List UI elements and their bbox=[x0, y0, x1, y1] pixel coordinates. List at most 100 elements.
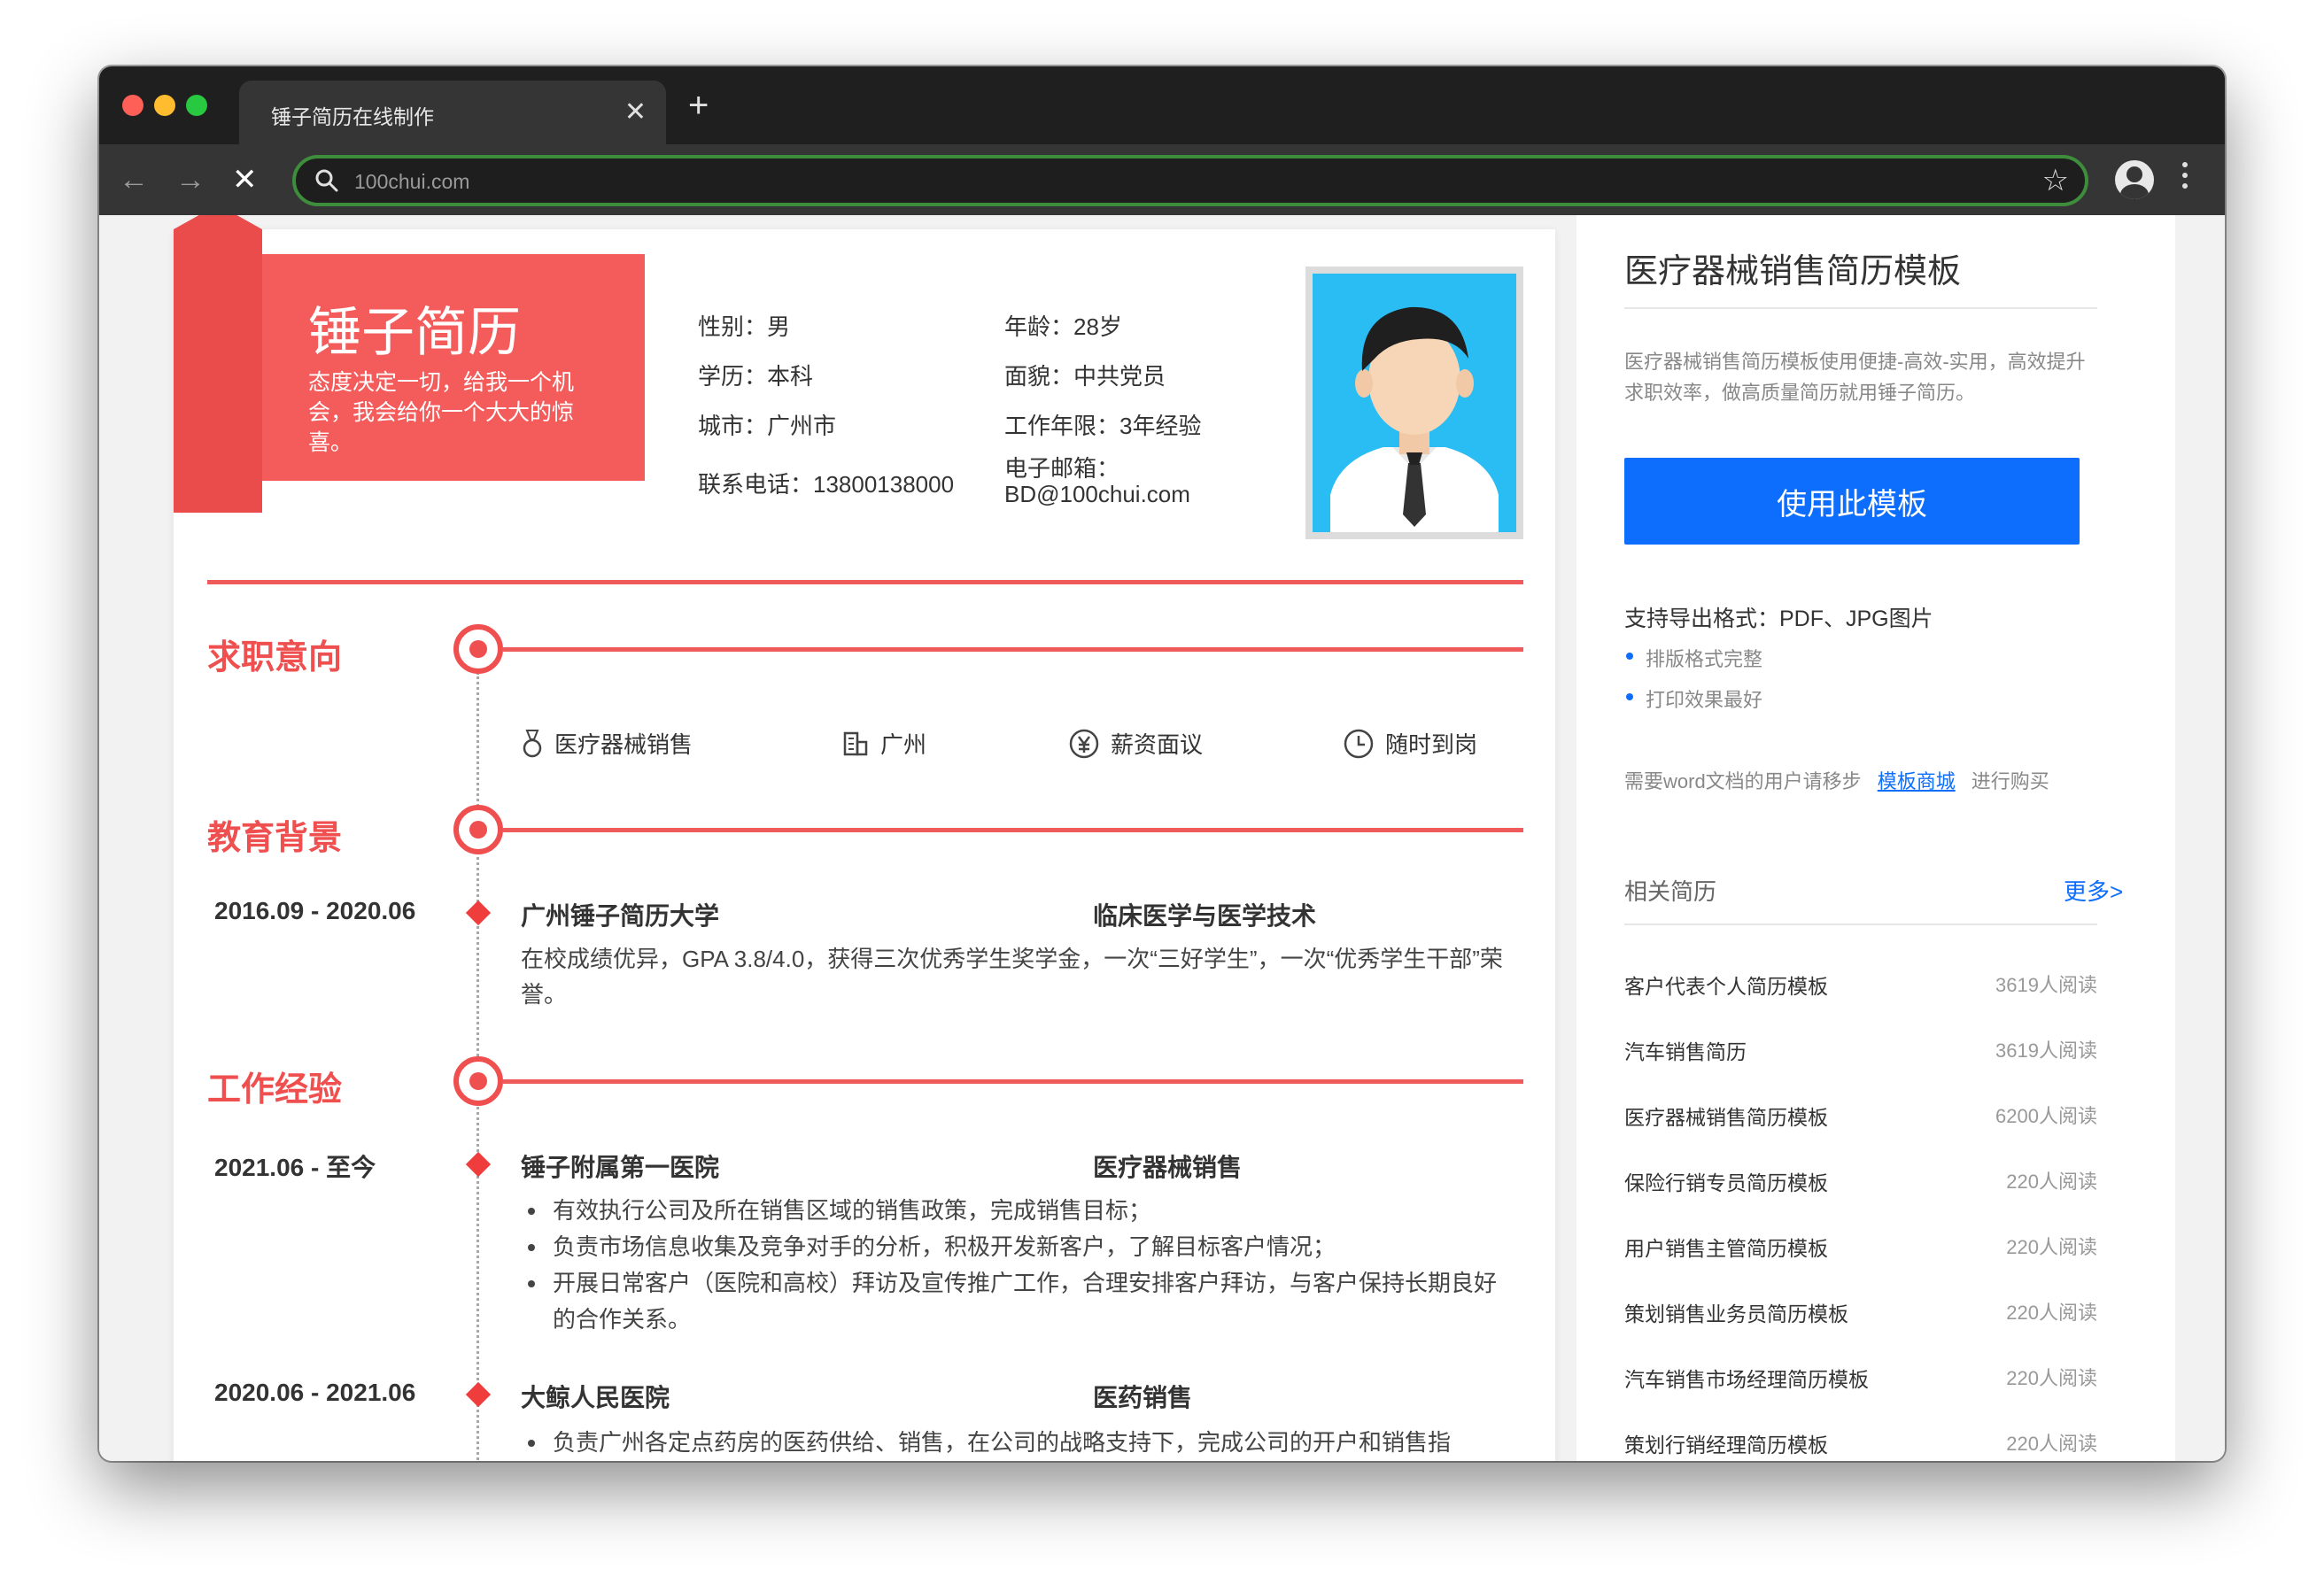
resume-preview: 锤子简历 态度决定一切，给我一个机会，我会给你一个大大的惊喜。 性别：男 年龄：… bbox=[174, 215, 1555, 1461]
info-email-label: 电子邮箱： bbox=[1004, 455, 1120, 482]
related-item-count: 220人阅读 bbox=[2006, 1171, 2097, 1193]
tab-strip: 锤子简历在线制作 ✕ + bbox=[99, 66, 2225, 144]
new-tab-button[interactable]: + bbox=[688, 86, 709, 125]
close-window-button[interactable] bbox=[122, 95, 143, 116]
related-item[interactable]: 保险行销专员简历模板 220人阅读 bbox=[1624, 1166, 2097, 1202]
work-date: 2020.06 - 2021.06 bbox=[214, 1379, 416, 1406]
related-item-name: 汽车销售市场经理简历模板 bbox=[1624, 1368, 1869, 1391]
resume-name: 锤子简历 bbox=[308, 303, 521, 362]
section-title-education: 教育背景 bbox=[207, 820, 343, 857]
browser-menu-icon[interactable] bbox=[2181, 162, 2189, 194]
tab-active[interactable]: 锤子简历在线制作 ✕ bbox=[239, 81, 666, 144]
related-item-count: 220人阅读 bbox=[2006, 1236, 2097, 1258]
related-item-name: 策划销售业务员简历模板 bbox=[1624, 1302, 1848, 1325]
feature-item: 打印效果最好 bbox=[1624, 684, 1762, 713]
minimize-window-button[interactable] bbox=[154, 95, 175, 116]
section-divider bbox=[503, 1079, 1523, 1084]
education-major: 临床医学与医学技术 bbox=[1093, 902, 1317, 930]
section-divider bbox=[503, 828, 1523, 832]
work-org: 大鲸人民医院 bbox=[521, 1384, 670, 1411]
page-viewport: 锤子简历 态度决定一切，给我一个机会，我会给你一个大大的惊喜。 性别：男 年龄：… bbox=[99, 215, 2225, 1461]
section-divider bbox=[503, 647, 1523, 652]
profile-photo bbox=[1305, 267, 1523, 539]
info-city: 城市：广州市 bbox=[698, 413, 837, 439]
avatar-illustration bbox=[1330, 306, 1499, 532]
browser-window: 锤子简历在线制作 ✕ + ← → ✕ 100chui.com ☆ 锤子简历 态度… bbox=[99, 66, 2225, 1461]
info-phone: 联系电话：13800138000 bbox=[698, 471, 955, 498]
clock-icon bbox=[1344, 729, 1374, 758]
info-education: 学历：本科 bbox=[698, 363, 814, 390]
section-marker-icon bbox=[453, 805, 503, 854]
intent-salary: 薪资面议 bbox=[1068, 727, 1203, 760]
related-item-count: 220人阅读 bbox=[2006, 1302, 2097, 1324]
related-item[interactable]: 客户代表个人简历模板 3619人阅读 bbox=[1624, 970, 2097, 1005]
related-item[interactable]: 汽车销售简历 3619人阅读 bbox=[1624, 1035, 2097, 1070]
intent-availability: 随时到岗 bbox=[1343, 727, 1477, 760]
feature-item: 排版格式完整 bbox=[1624, 644, 1762, 672]
work-bullets: 有效执行公司及所在销售区域的销售政策，完成销售目标； 负责市场信息收集及竞争对手… bbox=[521, 1193, 1513, 1338]
related-more-link[interactable]: 更多> bbox=[2064, 874, 2123, 907]
related-item-name: 医疗器械销售简历模板 bbox=[1624, 1106, 1828, 1129]
timeline-diamond-icon bbox=[465, 900, 492, 926]
address-bar[interactable]: 100chui.com ☆ bbox=[292, 155, 2088, 206]
intent-city: 广州 bbox=[841, 727, 926, 760]
banner-fold bbox=[174, 215, 262, 513]
stop-loading-button[interactable]: ✕ bbox=[232, 160, 258, 199]
sidebar-title: 医疗器械销售简历模板 bbox=[1624, 253, 1962, 290]
related-item-name: 保险行销专员简历模板 bbox=[1624, 1171, 1828, 1194]
related-item[interactable]: 医疗器械销售简历模板 6200人阅读 bbox=[1624, 1101, 2097, 1136]
work-bullet: 负责广州各定点药房的医药供给、销售，在公司的战略支持下，完成公司的开户和销售指 bbox=[521, 1425, 1513, 1461]
maximize-window-button[interactable] bbox=[186, 95, 207, 116]
related-item-count: 220人阅读 bbox=[2006, 1433, 2097, 1455]
related-item[interactable]: 策划行销经理简历模板 220人阅读 bbox=[1624, 1428, 2097, 1461]
template-store-link[interactable]: 模板商城 bbox=[1878, 770, 1956, 792]
tab-close-icon[interactable]: ✕ bbox=[624, 95, 647, 130]
back-button[interactable]: ← bbox=[119, 160, 149, 199]
section-marker-icon bbox=[453, 624, 503, 674]
work-date: 2021.06 - 至今 bbox=[214, 1154, 376, 1181]
bookmark-star-icon[interactable]: ☆ bbox=[2042, 164, 2069, 197]
info-gender: 性别：男 bbox=[698, 313, 791, 340]
related-item[interactable]: 用户销售主管简历模板 220人阅读 bbox=[1624, 1232, 2097, 1267]
related-item-count: 3619人阅读 bbox=[1995, 1039, 2097, 1062]
related-item-count: 3619人阅读 bbox=[1995, 974, 2097, 996]
work-bullet: 负责市场信息收集及竞争对手的分析，积极开发新客户，了解目标客户情况； bbox=[521, 1229, 1513, 1265]
sidebar-divider bbox=[1624, 307, 2097, 309]
yen-icon bbox=[1069, 729, 1099, 758]
work-bullet: 有效执行公司及所在销售区域的销售政策，完成销售目标； bbox=[521, 1193, 1513, 1229]
timeline-diamond-icon bbox=[465, 1381, 492, 1408]
search-icon bbox=[315, 169, 338, 192]
browser-toolbar: ← → ✕ 100chui.com ☆ bbox=[99, 144, 2225, 215]
education-description: 在校成绩优异，GPA 3.8/4.0，获得三次优秀学生奖学金，一次“三好学生”，… bbox=[521, 946, 1503, 1008]
work-role: 医疗器械销售 bbox=[1093, 1154, 1243, 1181]
education-date: 2016.09 - 2020.06 bbox=[214, 897, 416, 924]
related-item-name: 用户销售主管简历模板 bbox=[1624, 1237, 1828, 1260]
header-divider bbox=[207, 580, 1523, 584]
related-item[interactable]: 策划销售业务员简历模板 220人阅读 bbox=[1624, 1297, 2097, 1333]
url-text: 100chui.com bbox=[354, 170, 470, 193]
related-item-name: 策划行销经理简历模板 bbox=[1624, 1434, 1828, 1457]
info-politics: 面貌：中共党员 bbox=[1004, 363, 1166, 390]
resume-motto: 态度决定一切，给我一个机会，我会给你一个大大的惊喜。 bbox=[308, 370, 575, 455]
work-bullet: 开展日常客户（医院和高校）拜访及宣传推广工作，合理安排客户拜访，与客户保持长期良… bbox=[521, 1265, 1513, 1338]
related-item-name: 客户代表个人简历模板 bbox=[1624, 975, 1828, 998]
info-age: 年龄：28岁 bbox=[1004, 313, 1122, 340]
related-item[interactable]: 汽车销售市场经理简历模板 220人阅读 bbox=[1624, 1363, 2097, 1398]
related-item-name: 汽车销售简历 bbox=[1624, 1040, 1747, 1063]
work-bullets: 负责广州各定点药房的医药供给、销售，在公司的战略支持下，完成公司的开户和销售指 bbox=[521, 1425, 1513, 1461]
related-item-count: 6200人阅读 bbox=[1995, 1105, 2097, 1127]
word-note: 需要word文档的用户请移步 模板商城 进行购买 bbox=[1624, 770, 2049, 792]
work-org: 锤子附属第一医院 bbox=[521, 1154, 720, 1181]
medal-icon bbox=[523, 729, 542, 757]
forward-button[interactable]: → bbox=[175, 160, 205, 199]
use-template-button[interactable]: 使用此模板 bbox=[1624, 458, 2080, 545]
related-item-count: 220人阅读 bbox=[2006, 1367, 2097, 1389]
export-formats: 支持导出格式：PDF、JPG图片 bbox=[1624, 607, 1933, 631]
tab-title: 锤子简历在线制作 bbox=[271, 105, 434, 128]
info-experience: 工作年限：3年经验 bbox=[1004, 413, 1202, 439]
timeline-diamond-icon bbox=[465, 1151, 492, 1178]
sidebar-divider bbox=[1624, 924, 2097, 925]
education-school: 广州锤子简历大学 bbox=[521, 902, 720, 930]
intent-job: 医疗器械销售 bbox=[521, 727, 693, 760]
account-avatar-icon[interactable] bbox=[2115, 160, 2154, 199]
